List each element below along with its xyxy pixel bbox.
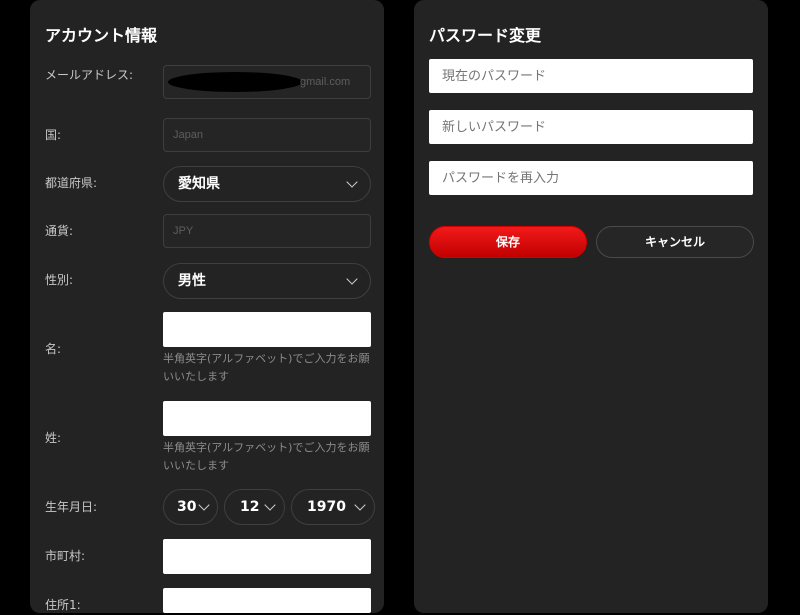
chevron-down-icon [264,499,276,511]
country-field: Japan [163,118,371,152]
prefecture-select-value: 愛知県 [178,176,220,192]
new-password-input[interactable] [429,110,753,144]
city-input[interactable] [163,539,371,574]
confirm-password-input[interactable] [429,161,753,195]
chevron-down-icon [198,499,210,511]
email-domain-text: gmail.com [300,76,351,88]
email-label: メールアドレス: [45,68,134,82]
password-change-title: パスワード変更 [429,26,542,45]
birthdate-label: 生年月日: [45,500,98,514]
country-label: 国: [45,128,62,142]
birth-day-select[interactable]: 30 [163,489,218,525]
address1-input[interactable] [163,588,371,613]
chevron-down-icon [346,273,358,285]
city-label: 市町村: [45,549,86,563]
account-info-panel: アカウント情報 メールアドレス: gmail.com 国: Japan 都道府県… [30,0,384,613]
account-info-title: アカウント情報 [45,26,158,45]
last-name-input[interactable] [163,401,371,436]
save-button[interactable]: 保存 [429,226,587,258]
email-redaction [168,72,302,92]
birth-day-value: 30 [177,499,197,515]
gender-label: 性別: [45,273,74,287]
chevron-down-icon [354,499,366,511]
first-name-label: 名: [45,342,62,356]
address1-label: 住所1: [45,598,81,612]
password-change-panel: パスワード変更 保存 キャンセル [414,0,768,613]
last-name-hint: 半角英字(アルファベット)でご入力をお願いいたします [163,441,370,472]
first-name-hint: 半角英字(アルファベット)でご入力をお願いいたします [163,352,370,383]
birth-month-value: 12 [240,499,260,515]
prefecture-select[interactable]: 愛知県 [163,166,371,202]
email-field: gmail.com [163,65,371,99]
currency-label: 通貨: [45,224,74,238]
last-name-label: 姓: [45,431,62,445]
cancel-button[interactable]: キャンセル [596,226,754,258]
birth-year-select[interactable]: 1970 [291,489,375,525]
birth-month-select[interactable]: 12 [224,489,285,525]
gender-select[interactable]: 男性 [163,263,371,299]
gender-select-value: 男性 [178,273,206,289]
first-name-input[interactable] [163,312,371,347]
currency-field: JPY [163,214,371,248]
chevron-down-icon [346,176,358,188]
current-password-input[interactable] [429,59,753,93]
birth-year-value: 1970 [307,499,346,515]
prefecture-label: 都道府県: [45,176,98,190]
